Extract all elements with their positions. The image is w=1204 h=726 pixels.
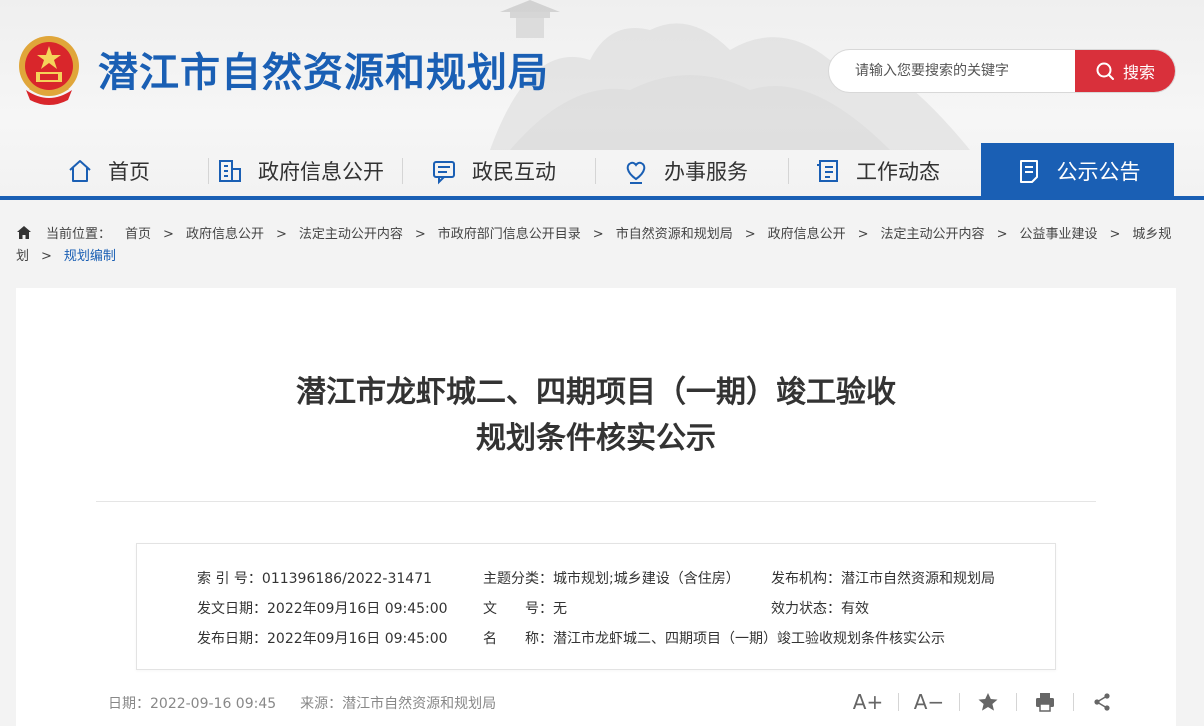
nav-label: 政府信息公开 (258, 160, 384, 184)
nav-divider (595, 158, 596, 184)
meta-value: 潜江市龙虾城二、四期项目（一期）竣工验收规划条件核实公示 (553, 631, 945, 647)
heart-service-icon (626, 161, 646, 184)
main-nav: 首页 政府信息公开 政民互动 办事服务 工作动态 公示公告 (0, 143, 1204, 199)
home-icon (69, 160, 91, 182)
breadcrumb-link[interactable]: 公益事业建设 (1019, 227, 1097, 242)
nav-label: 首页 (108, 160, 150, 184)
article-source: 来源：潜江市自然资源和规划局 (300, 696, 497, 712)
meta-label: 发布机构： (771, 571, 841, 587)
meta-value: 有效 (841, 601, 869, 617)
breadcrumb-prefix: 当前位置： (46, 227, 112, 242)
nav-item-home[interactable]: 首页 (66, 143, 150, 199)
meta-label: 效力状态： (771, 601, 841, 617)
print-button[interactable] (1031, 688, 1059, 716)
meta-publisher: 发布机构：潜江市自然资源和规划局 (771, 568, 995, 588)
toolbar-divider (898, 693, 899, 711)
nav-label: 办事服务 (664, 160, 748, 184)
meta-value: 无 (553, 601, 567, 617)
search-icon (1096, 62, 1114, 80)
toolbar-divider (959, 693, 960, 711)
nav-item-gov-info[interactable]: 政府信息公开 (216, 143, 384, 199)
breadcrumb-link[interactable]: 首页 (125, 227, 151, 242)
meta-pub-date: 发布日期：2022年09月16日 09:45:00 (197, 628, 448, 648)
meta-label: 发布日期： (197, 631, 267, 647)
toolbar-divider (1073, 693, 1074, 711)
site-title: 潜江市自然资源和规划局 (98, 50, 549, 96)
search-input[interactable] (829, 50, 1075, 92)
nav-item-news[interactable]: 工作动态 (814, 143, 940, 199)
search-button[interactable]: 搜索 (1075, 50, 1175, 92)
building-icon (219, 160, 241, 182)
metadata-table: 索 引 号：011396186/2022-31471 主题分类：城市规划;城乡建… (136, 543, 1056, 670)
font-decrease-label: A− (913, 690, 945, 714)
search-button-label: 搜索 (1122, 63, 1155, 82)
meta-label: 主题分类： (483, 571, 553, 587)
meta-doc-date: 发文日期：2022年09月16日 09:45:00 (197, 598, 448, 618)
nav-label: 公示公告 (1056, 160, 1141, 184)
meta-value: 潜江市自然资源和规划局 (841, 571, 995, 587)
breadcrumb-link[interactable]: 法定主动公开内容 (881, 227, 985, 242)
nav-label: 政民互动 (472, 160, 556, 184)
nav-label: 工作动态 (856, 160, 940, 184)
star-icon (978, 693, 998, 711)
printer-icon (1036, 693, 1054, 712)
meta-value: 011396186/2022-31471 (261, 571, 433, 587)
breadcrumb-current[interactable]: 规划编制 (64, 249, 116, 264)
meta-value: 2022年09月16日 09:45:00 (267, 601, 448, 617)
nav-underline (0, 196, 1204, 200)
breadcrumb-link[interactable]: 政府信息公开 (768, 227, 846, 242)
article-card: 潜江市龙虾城二、四期项目（一期）竣工验收 规划条件核实公示 索 引 号：0113… (16, 288, 1176, 726)
meta-label: 名 称： (483, 631, 553, 647)
nav-item-notice[interactable]: 公示公告 (981, 143, 1174, 199)
nav-divider (402, 158, 403, 184)
share-icon (1094, 693, 1110, 711)
nav-divider (788, 158, 789, 184)
title-divider (96, 501, 1096, 502)
article-toolbar: A+ A− (852, 688, 1116, 716)
nav-item-interaction[interactable]: 政民互动 (430, 143, 556, 199)
breadcrumb: 当前位置： 首页 > 政府信息公开 > 法定主动公开内容 > 市政府部门信息公开目录 > 市自然资… (16, 226, 1172, 264)
chat-icon (433, 161, 455, 185)
font-decrease-button[interactable]: A− (913, 688, 945, 716)
meta-value: 城市规划;城乡建设（含住房） (553, 571, 740, 587)
favorite-button[interactable] (974, 688, 1002, 716)
meta-name: 名 称：潜江市龙虾城二、四期项目（一期）竣工验收规划条件核实公示 (483, 628, 945, 648)
meta-topic: 主题分类：城市规划;城乡建设（含住房） (483, 568, 740, 588)
meta-label: 文 号： (483, 601, 553, 617)
meta-doc-no: 文 号：无 (483, 598, 567, 618)
meta-label: 索 引 号： (197, 571, 262, 587)
article-title-line: 潜江市龙虾城二、四期项目（一期）竣工验收 (296, 375, 896, 410)
article-date: 日期：2022-09-16 09:45 (108, 696, 277, 712)
font-increase-button[interactable]: A+ (852, 688, 884, 716)
article-info: 日期：2022-09-16 09:45 来源：潜江市自然资源和规划局 (108, 693, 520, 713)
meta-label: 发文日期： (197, 601, 267, 617)
nav-item-services[interactable]: 办事服务 (622, 143, 748, 199)
font-increase-label: A+ (852, 690, 884, 714)
national-emblem-logo (19, 36, 79, 105)
article-title: 潜江市龙虾城二、四期项目（一期）竣工验收 规划条件核实公示 (16, 370, 1176, 462)
article-title-line: 规划条件核实公示 (476, 421, 716, 456)
toolbar-divider (1016, 693, 1017, 711)
notice-icon (1019, 160, 1038, 183)
breadcrumb-link[interactable]: 法定主动公开内容 (299, 227, 403, 242)
document-list-icon (817, 160, 838, 182)
meta-index: 索 引 号：011396186/2022-31471 (197, 568, 432, 588)
breadcrumb-link[interactable]: 市自然资源和规划局 (616, 227, 733, 242)
nav-divider (208, 158, 209, 184)
meta-status: 效力状态：有效 (771, 598, 869, 618)
meta-value: 2022年09月16日 09:45:00 (267, 631, 448, 647)
share-button[interactable] (1088, 688, 1116, 716)
home-icon (17, 226, 31, 239)
search-box: 搜索 (828, 49, 1176, 93)
breadcrumb-link[interactable]: 市政府部门信息公开目录 (438, 227, 581, 242)
breadcrumb-link[interactable]: 政府信息公开 (186, 227, 264, 242)
